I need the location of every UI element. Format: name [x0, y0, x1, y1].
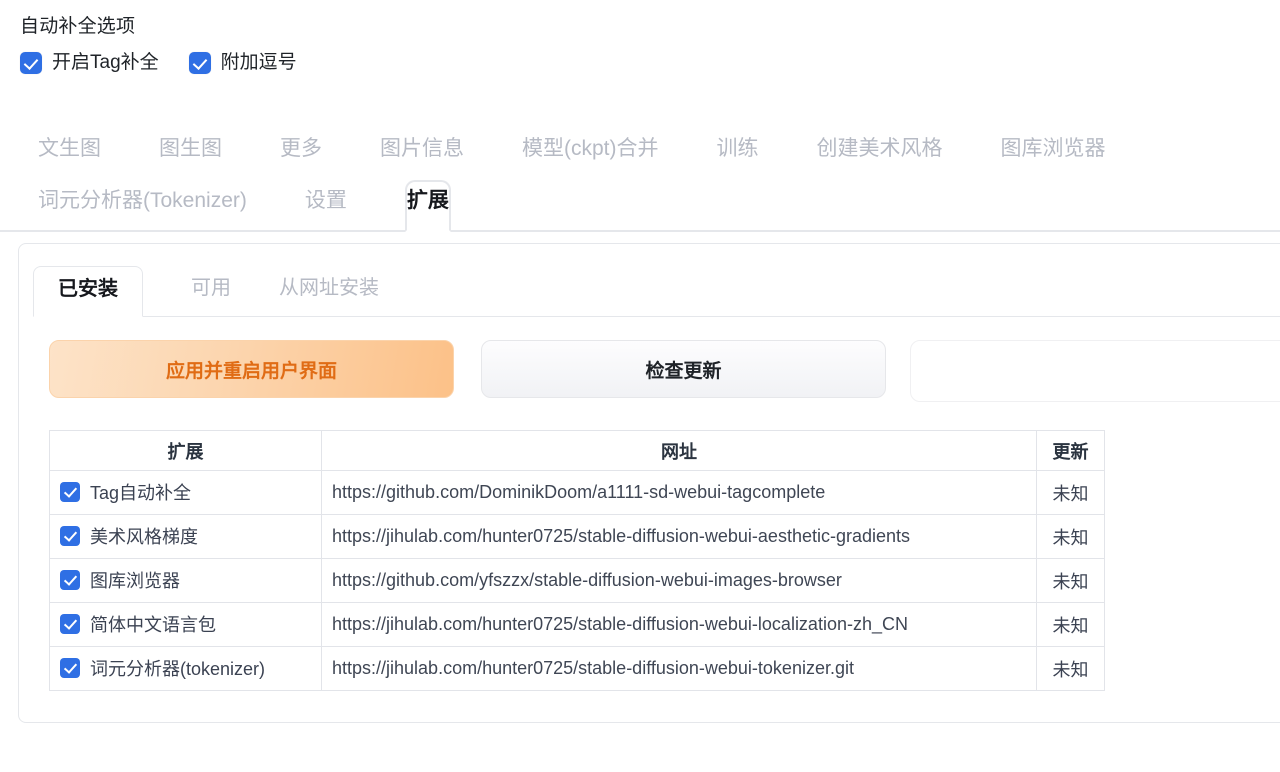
checkbox-checked-icon[interactable]	[20, 52, 42, 74]
table-header-row: 扩展 网址 更新	[49, 430, 1105, 471]
option-tag-autocomplete[interactable]: 开启Tag补全	[20, 52, 159, 74]
checkbox-checked-icon[interactable]	[188, 52, 211, 74]
checkbox-checked-icon[interactable]	[60, 657, 80, 678]
extension-url-cell[interactable]: https://jihulab.com/hunter0725/stable-di…	[321, 514, 1037, 559]
extension-name-cell: 词元分析器(tokenizer)	[49, 646, 322, 691]
option-append-comma-label: 附加逗号	[220, 52, 297, 73]
checkbox-checked-icon[interactable]	[60, 569, 80, 590]
main-tab-row-1: 文生图 图生图 更多 图片信息 模型(ckpt)合并 训练 创建美术风格 图库浏…	[0, 128, 1280, 180]
extension-update-cell: 未知	[1036, 602, 1105, 647]
tab-settings[interactable]: 设置	[305, 182, 347, 230]
extension-enable-toggle[interactable]: 美术风格梯度	[60, 523, 198, 549]
checkbox-checked-icon[interactable]	[60, 613, 80, 634]
tab-extensions[interactable]: 扩展	[404, 180, 451, 232]
main-tab-row-2: 词元分析器(Tokenizer) 设置 扩展	[0, 180, 1280, 232]
tab-image-browser[interactable]: 图库浏览器	[1001, 128, 1106, 180]
header-url: 网址	[321, 430, 1037, 471]
extensions-panel: 已安装 可用 从网址安装 应用并重启用户界面 检查更新 扩展 网址 更新 Tag…	[18, 243, 1280, 723]
extension-url-cell[interactable]: https://github.com/DominikDoom/a1111-sd-…	[321, 470, 1037, 515]
extension-status-box[interactable]	[910, 340, 1280, 402]
extension-name-label: 简体中文语言包	[90, 614, 216, 635]
extension-update-cell: 未知	[1036, 558, 1105, 603]
table-row: 图库浏览器 https://github.com/yfszzx/stable-d…	[49, 558, 1105, 603]
installed-extensions-table-wrapper: 扩展 网址 更新 Tag自动补全 https://github.com/Domi…	[49, 430, 1105, 691]
extension-update-cell: 未知	[1036, 470, 1105, 515]
tab-img2img[interactable]: 图生图	[159, 128, 222, 180]
tab-available[interactable]: 可用	[191, 266, 231, 316]
checkbox-checked-icon[interactable]	[60, 525, 80, 546]
extension-name-label: 图库浏览器	[90, 570, 180, 591]
header-update: 更新	[1036, 430, 1105, 471]
tab-installed[interactable]: 已安装	[33, 266, 143, 317]
extensions-tab-bar: 已安装 可用 从网址安装	[33, 266, 1280, 317]
autocomplete-options-title: 自动补全选项	[20, 16, 136, 37]
extension-name-cell: 图库浏览器	[49, 558, 322, 603]
extension-name-cell: 美术风格梯度	[49, 514, 322, 559]
extension-enable-toggle[interactable]: 简体中文语言包	[60, 611, 216, 637]
extension-update-cell: 未知	[1036, 514, 1105, 559]
extension-name-label: Tag自动补全	[90, 482, 192, 503]
autocomplete-options-row: 开启Tag补全 附加逗号	[20, 52, 297, 74]
apply-and-restart-ui-button[interactable]: 应用并重启用户界面	[49, 340, 454, 398]
extension-url-cell[interactable]: https://jihulab.com/hunter0725/stable-di…	[321, 646, 1037, 691]
extensions-page: 自动补全选项 开启Tag补全 附加逗号 文生图 图生图 更多 图片信息 模型(c…	[0, 0, 1280, 772]
extension-name-label: 美术风格梯度	[90, 526, 198, 547]
table-row: Tag自动补全 https://github.com/DominikDoom/a…	[49, 470, 1105, 515]
tab-install-from-url[interactable]: 从网址安装	[279, 266, 379, 316]
extension-url-cell[interactable]: https://github.com/yfszzx/stable-diffusi…	[321, 558, 1037, 603]
main-tab-bar: 文生图 图生图 更多 图片信息 模型(ckpt)合并 训练 创建美术风格 图库浏…	[0, 128, 1280, 232]
installed-extensions-table: 扩展 网址 更新 Tag自动补全 https://github.com/Domi…	[49, 430, 1105, 691]
tab-checkpoint-merger[interactable]: 模型(ckpt)合并	[522, 128, 659, 180]
option-append-comma[interactable]: 附加逗号	[188, 52, 297, 74]
tab-tokenizer[interactable]: 词元分析器(Tokenizer)	[38, 182, 247, 230]
extension-update-cell: 未知	[1036, 646, 1105, 691]
extension-enable-toggle[interactable]: 图库浏览器	[60, 567, 180, 593]
tab-txt2img[interactable]: 文生图	[38, 128, 101, 180]
autocomplete-options-section: 自动补全选项 开启Tag补全 附加逗号	[20, 14, 297, 74]
table-row: 简体中文语言包 https://jihulab.com/hunter0725/s…	[49, 602, 1105, 647]
table-row: 美术风格梯度 https://jihulab.com/hunter0725/st…	[49, 514, 1105, 559]
tab-more[interactable]: 更多	[280, 128, 322, 180]
tab-image-info[interactable]: 图片信息	[380, 128, 464, 180]
option-tag-autocomplete-label: 开启Tag补全	[52, 52, 159, 73]
extension-enable-toggle[interactable]: Tag自动补全	[60, 479, 191, 505]
checkbox-checked-icon[interactable]	[60, 481, 80, 502]
extension-enable-toggle[interactable]: 词元分析器(tokenizer)	[60, 655, 265, 681]
table-row: 词元分析器(tokenizer) https://jihulab.com/hun…	[49, 646, 1105, 691]
check-for-updates-button[interactable]: 检查更新	[481, 340, 886, 398]
tab-create-aesthetic[interactable]: 创建美术风格	[817, 128, 943, 180]
extension-name-cell: Tag自动补全	[49, 470, 322, 515]
extension-name-cell: 简体中文语言包	[49, 602, 322, 647]
extension-url-cell[interactable]: https://jihulab.com/hunter0725/stable-di…	[321, 602, 1037, 647]
header-extension: 扩展	[49, 430, 322, 471]
extensions-action-bar: 应用并重启用户界面 检查更新	[49, 340, 1280, 402]
extension-name-label: 词元分析器(tokenizer)	[90, 658, 266, 679]
tab-train[interactable]: 训练	[717, 128, 759, 180]
